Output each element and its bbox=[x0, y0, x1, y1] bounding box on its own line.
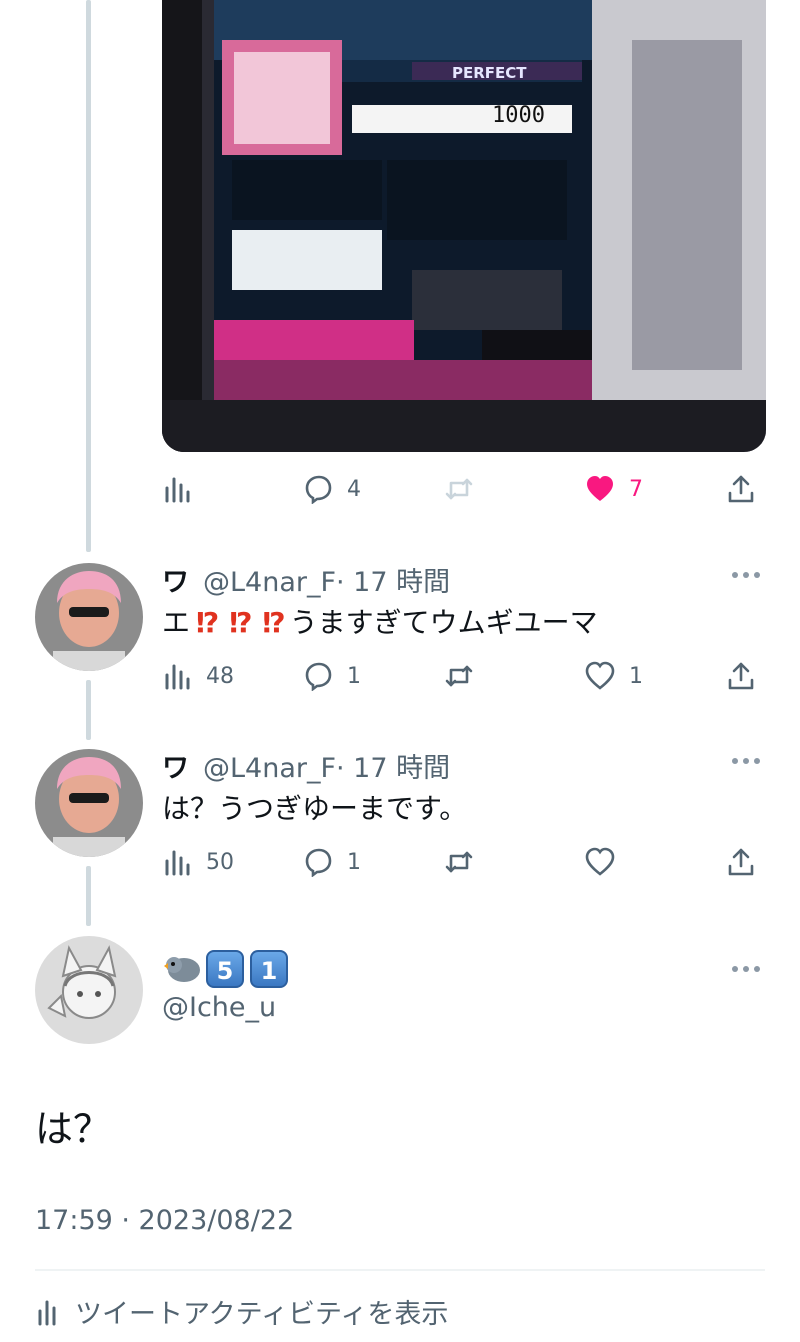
views-icon bbox=[165, 477, 190, 503]
tweet-media-image[interactable]: 1000 PERFECT bbox=[162, 0, 766, 452]
bird-emoji-icon bbox=[164, 957, 200, 982]
reply-header: ワ @L4nar_F· 17 時間 bbox=[162, 746, 450, 785]
like-button[interactable]: 7 bbox=[585, 467, 643, 511]
views-count: 50 bbox=[206, 849, 234, 875]
reply-actions: 48 1 1 bbox=[162, 654, 766, 698]
more-icon[interactable] bbox=[732, 966, 764, 976]
views-button[interactable] bbox=[162, 467, 192, 511]
exclamation-question-emoji-icon: ⁉ bbox=[262, 606, 285, 639]
views-count: 48 bbox=[206, 663, 234, 689]
retweet-button[interactable] bbox=[444, 654, 474, 698]
like-button[interactable] bbox=[585, 840, 615, 884]
reply-icon bbox=[305, 662, 332, 691]
timestamp[interactable]: · 17 時間 bbox=[336, 753, 450, 784]
retweet-icon bbox=[445, 478, 473, 500]
tweet-activity-link[interactable]: ツイートアクティビティを表示 bbox=[35, 1292, 448, 1331]
display-name[interactable]: ワ bbox=[162, 753, 189, 784]
reply-text-part: うますぎてウムギユーマ bbox=[289, 606, 598, 639]
avatar-illustration bbox=[35, 936, 143, 1044]
main-tweet-name[interactable]: 51 bbox=[162, 950, 294, 990]
like-icon bbox=[587, 476, 613, 501]
share-button[interactable] bbox=[726, 840, 756, 884]
more-icon[interactable] bbox=[732, 758, 764, 768]
thread-line bbox=[86, 0, 91, 552]
views-icon bbox=[165, 850, 190, 876]
retweet-icon bbox=[445, 851, 473, 873]
views-icon bbox=[38, 1300, 56, 1325]
exclamation-question-emoji-icon: ⁉ bbox=[196, 606, 219, 639]
reply-text: は？うつぎゆーまです。 bbox=[162, 792, 468, 825]
retweet-icon bbox=[445, 665, 473, 687]
views-button[interactable]: 50 bbox=[162, 840, 234, 884]
more-icon[interactable] bbox=[732, 572, 764, 582]
reply-text: エ ⁉ ⁉ ⁉ うますぎてウムギユーマ bbox=[162, 601, 598, 641]
like-button[interactable]: 1 bbox=[585, 654, 643, 698]
views-button[interactable]: 48 bbox=[162, 654, 234, 698]
thread-line bbox=[86, 680, 91, 740]
reply-count: 1 bbox=[347, 663, 361, 689]
avatar-photo bbox=[35, 749, 143, 857]
avatar[interactable] bbox=[35, 563, 143, 671]
avatar-photo bbox=[35, 563, 143, 671]
avatar[interactable] bbox=[35, 936, 143, 1044]
svg-text:1000: 1000 bbox=[492, 103, 545, 128]
arcade-screen-photo: 1000 PERFECT bbox=[162, 0, 766, 452]
main-tweet-handle[interactable]: @Iche_u bbox=[162, 992, 276, 1023]
reply-actions: 50 1 bbox=[162, 840, 766, 884]
like-count: 1 bbox=[629, 663, 643, 689]
timestamp[interactable]: · 17 時間 bbox=[336, 567, 450, 598]
svg-text:PERFECT: PERFECT bbox=[452, 64, 527, 82]
thread-line bbox=[86, 866, 91, 926]
share-icon bbox=[728, 662, 754, 690]
share-icon bbox=[728, 475, 754, 503]
reply-button[interactable]: 1 bbox=[303, 840, 361, 884]
divider bbox=[35, 1269, 765, 1271]
reply-icon bbox=[305, 475, 332, 504]
keycap-1-icon: 1 bbox=[250, 950, 288, 988]
retweet-button[interactable] bbox=[444, 467, 474, 511]
main-tweet-text: は？ bbox=[35, 1107, 112, 1151]
reply-header: ワ @L4nar_F· 17 時間 bbox=[162, 560, 450, 599]
reply-button[interactable]: 1 bbox=[303, 654, 361, 698]
reply-text-part: エ bbox=[162, 606, 191, 639]
exclamation-question-emoji-icon: ⁉ bbox=[229, 606, 252, 639]
like-count: 7 bbox=[629, 476, 643, 502]
like-icon bbox=[585, 661, 615, 690]
keycap-5-icon: 5 bbox=[206, 950, 244, 988]
tweet-activity-label: ツイートアクティビティを表示 bbox=[75, 1299, 449, 1330]
share-icon bbox=[728, 848, 754, 876]
avatar[interactable] bbox=[35, 749, 143, 857]
reply-count: 4 bbox=[347, 476, 361, 502]
main-tweet-timestamp[interactable]: 17:59 · 2023/08/22 bbox=[35, 1205, 294, 1236]
handle[interactable]: @L4nar_F bbox=[203, 567, 336, 598]
handle[interactable]: @L4nar_F bbox=[203, 753, 336, 784]
display-name[interactable]: ワ bbox=[162, 567, 189, 598]
views-icon bbox=[165, 664, 190, 690]
reply-button[interactable]: 4 bbox=[303, 467, 361, 511]
top-tweet-actions: 4 7 bbox=[162, 467, 766, 511]
retweet-button[interactable] bbox=[444, 840, 474, 884]
reply-icon bbox=[305, 848, 332, 877]
reply-count: 1 bbox=[347, 849, 361, 875]
like-icon bbox=[585, 847, 615, 876]
share-button[interactable] bbox=[726, 654, 756, 698]
share-button[interactable] bbox=[726, 467, 756, 511]
